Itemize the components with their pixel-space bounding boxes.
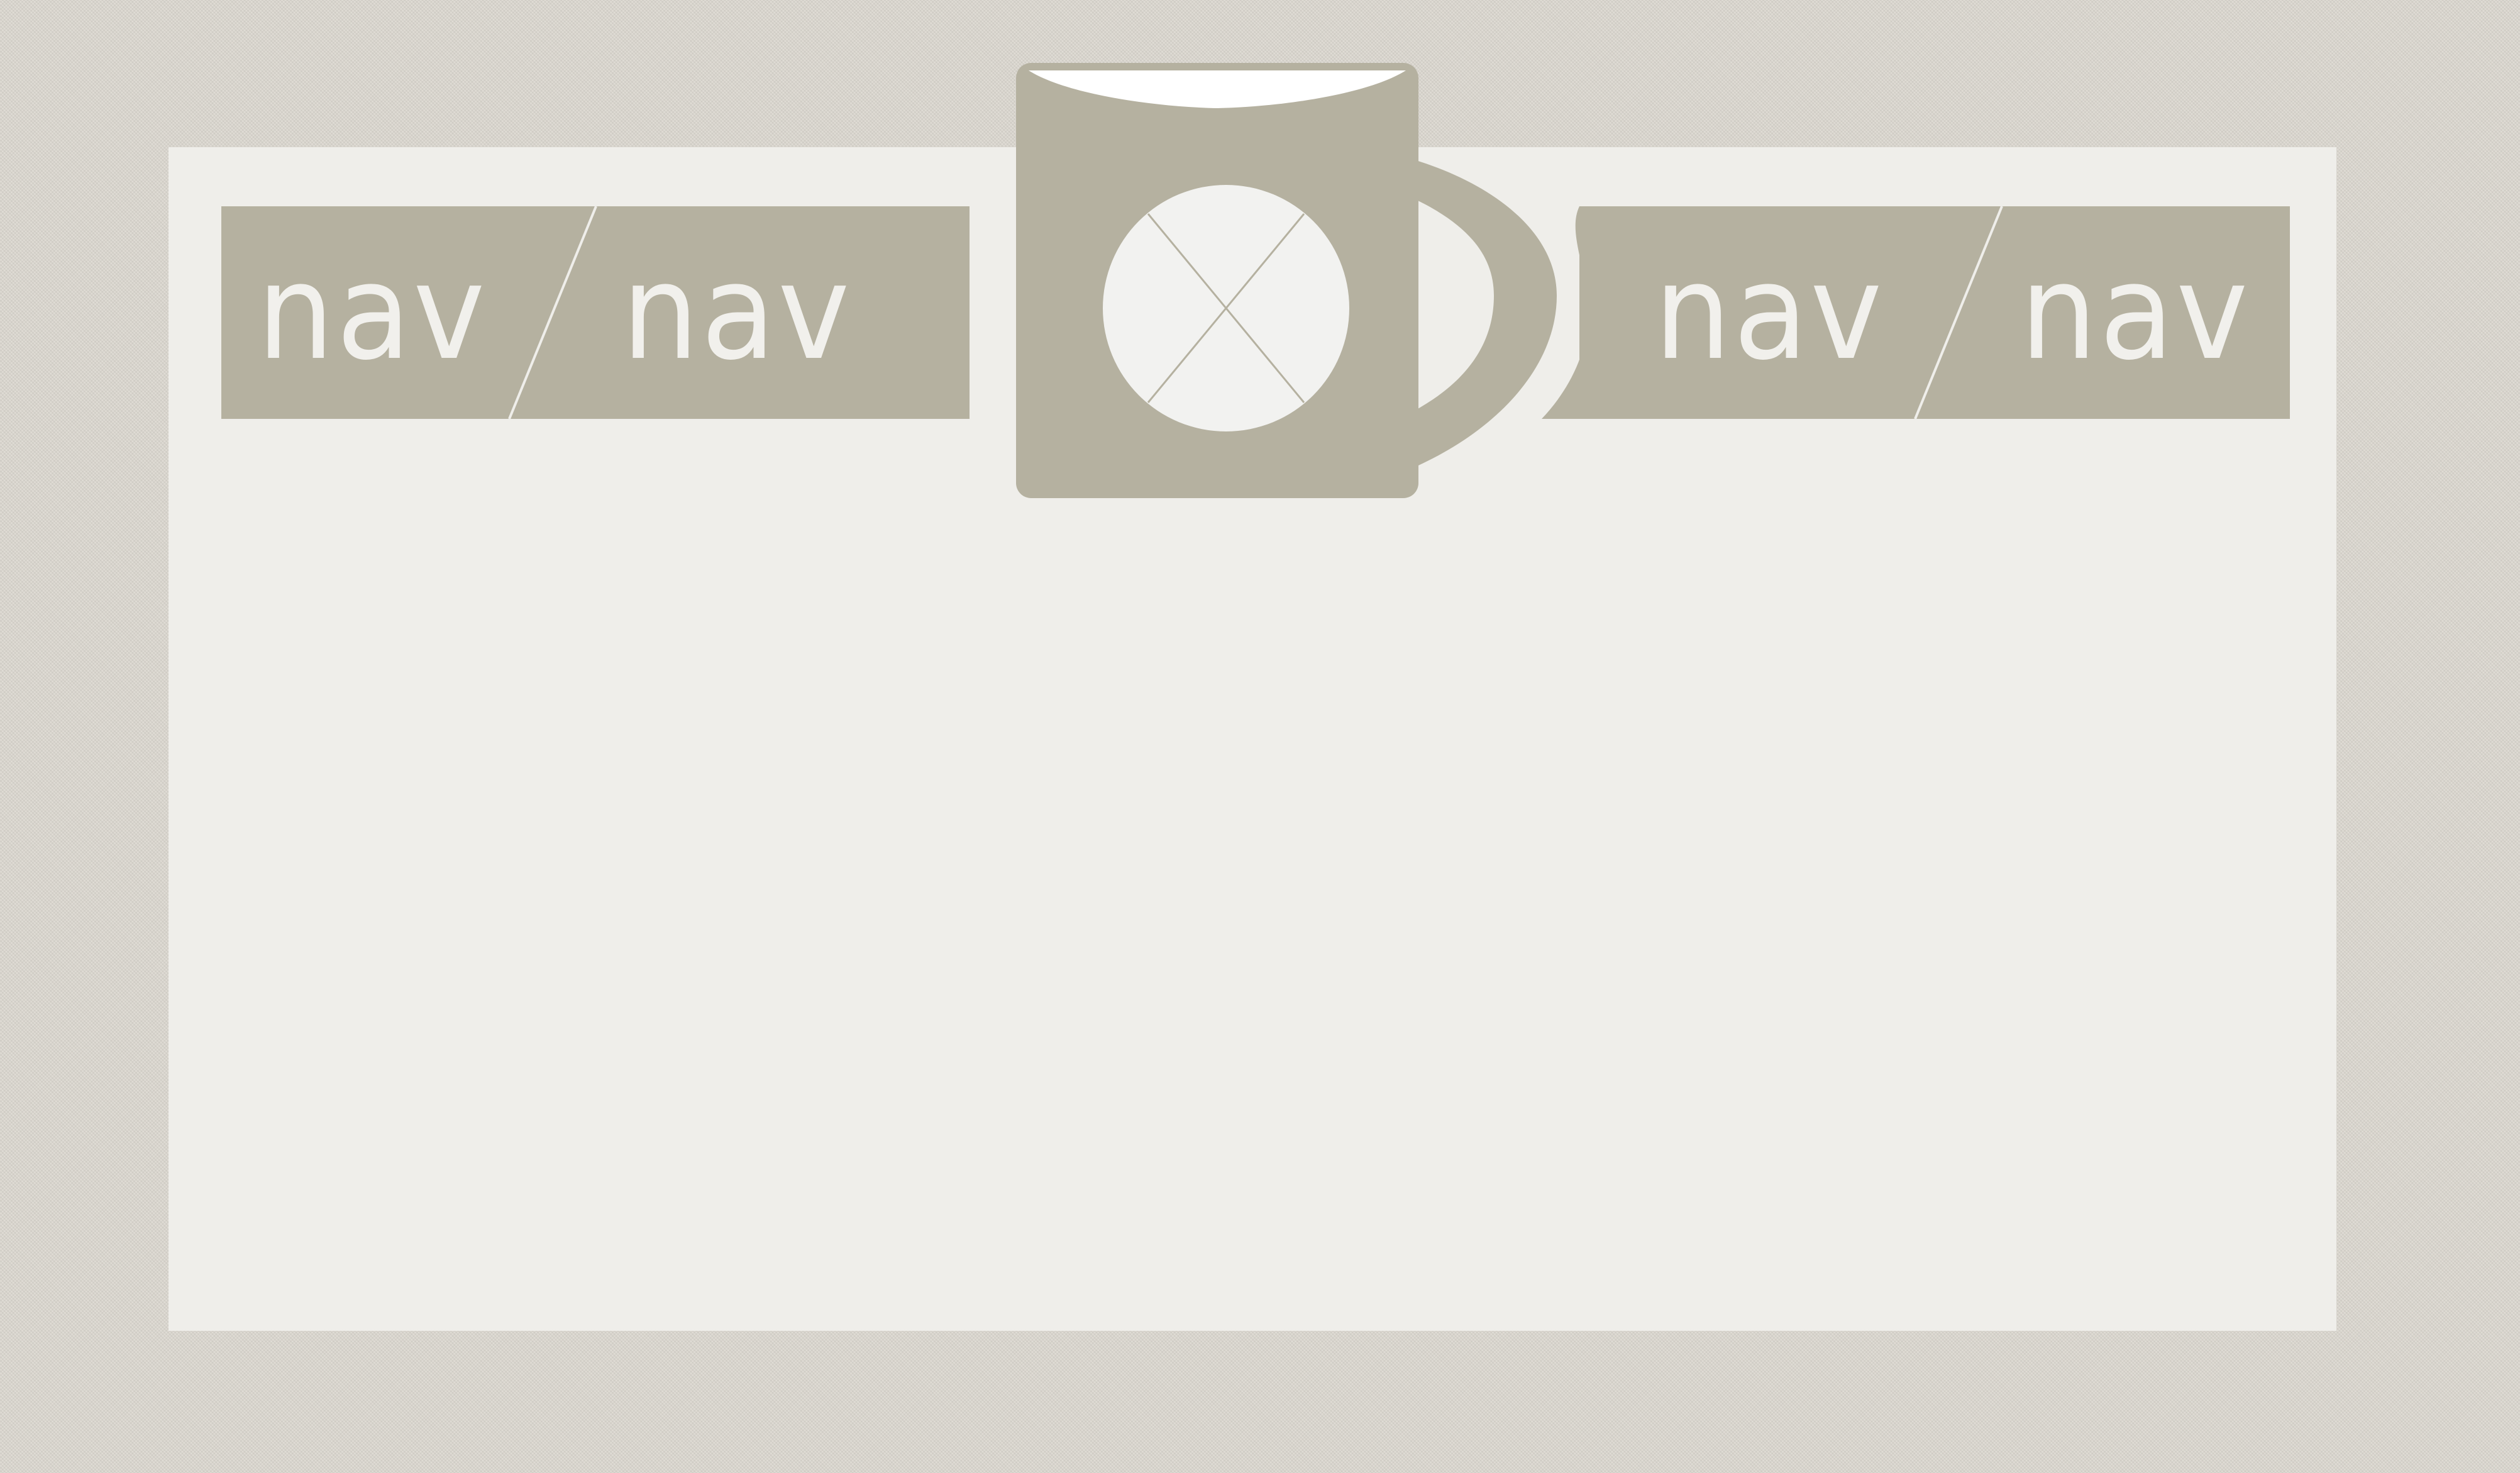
nav-link-right-2[interactable]: nav <box>2020 206 2251 419</box>
nav-bar-right: nav nav <box>1542 206 2290 419</box>
coffee-mug-icon <box>1016 63 1557 498</box>
nav-link-left-1[interactable]: nav <box>257 206 488 419</box>
nav-link-left-2[interactable]: nav <box>621 206 853 419</box>
nav-link-right-1[interactable]: nav <box>1654 206 1885 419</box>
logo-link[interactable] <box>1016 63 1557 503</box>
nav-bar-left: nav nav <box>221 206 970 419</box>
